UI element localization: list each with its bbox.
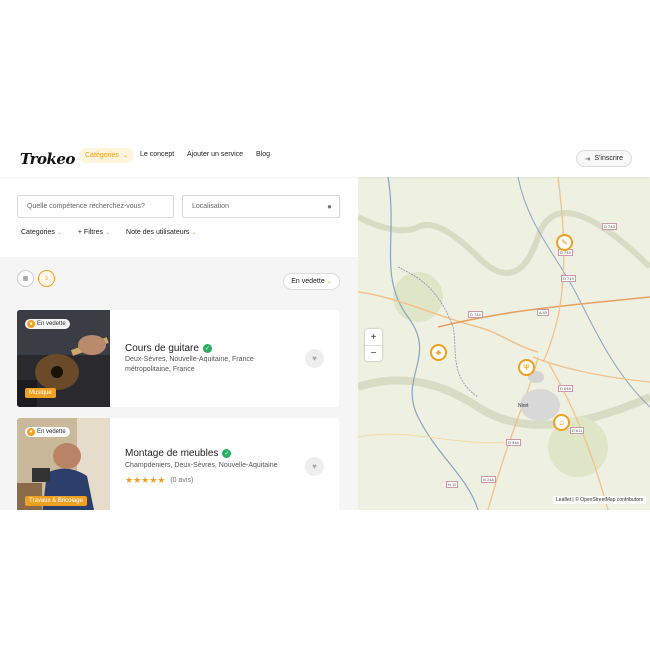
road-label: N 11: [446, 481, 459, 488]
search-row: Quelle compétence recherchez-vous? Local…: [17, 195, 340, 218]
filter-more[interactable]: + Filtres ⌄: [78, 229, 110, 236]
favorite-button[interactable]: ♥: [305, 349, 324, 368]
results-panel: Quelle compétence recherchez-vous? Local…: [0, 177, 358, 510]
filter-categories[interactable]: Categories ⌄: [21, 229, 62, 236]
service-card[interactable]: ★ En vedette Travaux & Bricolage Montage…: [17, 418, 339, 510]
category-tag[interactable]: Travaux & Bricolage: [25, 496, 87, 506]
service-card[interactable]: ★ En vedette Musique Cours de guitare ✓ …: [17, 310, 339, 407]
star-icon: ★: [27, 428, 35, 436]
fork-knife-icon: Ψ: [523, 363, 530, 372]
featured-label: En vedette: [37, 321, 66, 327]
zoom-in-button[interactable]: +: [365, 329, 382, 345]
star-icon: ★: [27, 320, 35, 328]
road-label: A 83: [537, 309, 550, 316]
map-marker[interactable]: Ψ: [518, 359, 535, 376]
chevron-down-icon: ⌄: [122, 153, 128, 159]
road-label: D 611: [570, 427, 585, 434]
signup-label: S'inscrire: [594, 155, 623, 162]
chevron-down-icon: ⌄: [326, 279, 332, 285]
app-frame: Trokeo Catégories ⌄ Le concept Ajouter u…: [0, 140, 650, 510]
location-pin-icon[interactable]: ●: [327, 202, 332, 211]
category-tag[interactable]: Musique: [25, 388, 56, 398]
grid-icon: ▦: [22, 276, 29, 282]
verified-check-icon: ✓: [222, 449, 232, 458]
verified-check-icon: ✓: [202, 344, 212, 353]
favorite-button[interactable]: ♥: [305, 457, 324, 476]
city-label: Niort: [518, 403, 529, 409]
heart-icon: ♥: [312, 462, 317, 471]
featured-badge: ★ En vedette: [25, 427, 70, 437]
location-placeholder: Localisation: [192, 203, 229, 210]
service-photo: ★ En vedette Musique: [17, 310, 110, 407]
map-marker[interactable]: ♫: [553, 414, 570, 431]
road-label: D 744: [468, 311, 483, 318]
nav-blog[interactable]: Blog: [256, 151, 270, 158]
service-photo: ★ En vedette Travaux & Bricolage: [17, 418, 110, 510]
results-list: ▦ ≡ En vedette ⌄ ★ En vedette Musique Co…: [0, 257, 358, 510]
grid-view-button[interactable]: ▦: [17, 270, 34, 287]
map-marker[interactable]: ✎: [556, 234, 573, 251]
nav-categories[interactable]: Catégories ⌄: [79, 148, 134, 163]
service-title[interactable]: Montage de meubles ✓: [125, 448, 232, 459]
sign-in-icon: ⇥: [584, 155, 591, 163]
service-title-text: Montage de meubles: [125, 448, 219, 459]
featured-badge: ★ En vedette: [25, 319, 70, 329]
map[interactable]: D 743 D 745 D 749 D 744 A 83 D 648 D 611…: [358, 177, 650, 510]
review-count[interactable]: (0 avis): [170, 477, 193, 484]
map-marker[interactable]: ♣: [430, 344, 447, 361]
nav-concept[interactable]: Le concept: [140, 151, 174, 158]
road-label: D 948: [506, 439, 521, 446]
location-input[interactable]: Localisation ●: [182, 195, 340, 218]
filter-rating[interactable]: Note des utilisateurs ⌄: [126, 229, 196, 236]
featured-label: En vedette: [37, 429, 66, 435]
list-icon: ≡: [44, 275, 49, 282]
wrench-icon: ✎: [561, 238, 568, 247]
service-title[interactable]: Cours de guitare ✓: [125, 343, 212, 354]
filter-categories-label: Categories: [21, 229, 55, 236]
rating-stars: ★★★★★ (0 avis): [125, 475, 193, 486]
filter-rating-label: Note des utilisateurs: [126, 229, 190, 236]
filter-bar: Categories ⌄ + Filtres ⌄ Note des utilisat…: [21, 229, 196, 236]
plant-icon: ♣: [435, 348, 442, 357]
chevron-down-icon: ⌄: [191, 230, 197, 236]
road-label: D 648: [558, 385, 573, 392]
list-view-button[interactable]: ≡: [38, 270, 55, 287]
map-attribution[interactable]: Leaflet | © OpenStreetMap contributors: [553, 496, 646, 504]
sort-label: En vedette: [291, 278, 325, 285]
star-icon: ★★★★★: [125, 475, 166, 485]
heart-icon: ♥: [312, 354, 317, 363]
skill-search-placeholder: Quelle compétence recherchez-vous?: [27, 203, 145, 210]
view-toggle: ▦ ≡: [17, 270, 55, 287]
road-label: N 248: [481, 476, 496, 483]
filter-more-label: + Filtres: [77, 229, 103, 236]
music-note-icon: ♫: [558, 418, 565, 427]
road-label: D 749: [561, 275, 576, 282]
service-location: Champdeniers, Deux-Sèvres, Nouvelle-Aqui…: [125, 462, 278, 469]
sort-dropdown[interactable]: En vedette ⌄: [283, 273, 340, 290]
nav-add-service[interactable]: Ajouter un service: [187, 151, 243, 158]
chevron-down-icon: ⌄: [104, 230, 111, 236]
skill-search-input[interactable]: Quelle compétence recherchez-vous?: [17, 195, 174, 218]
road-label: D 743: [602, 223, 617, 230]
zoom-control: + −: [365, 329, 382, 361]
zoom-out-button[interactable]: −: [365, 345, 382, 361]
nav-categories-label: Catégories: [85, 152, 119, 159]
service-title-text: Cours de guitare: [125, 343, 199, 354]
signup-button[interactable]: ⇥ S'inscrire: [575, 150, 632, 167]
service-location: Deux-Sèvres, Nouvelle-Aquitaine, France …: [125, 356, 254, 373]
logo[interactable]: Trokeo: [20, 150, 75, 168]
chevron-down-icon: ⌄: [56, 230, 62, 236]
site-header: Trokeo Catégories ⌄ Le concept Ajouter u…: [0, 140, 650, 177]
